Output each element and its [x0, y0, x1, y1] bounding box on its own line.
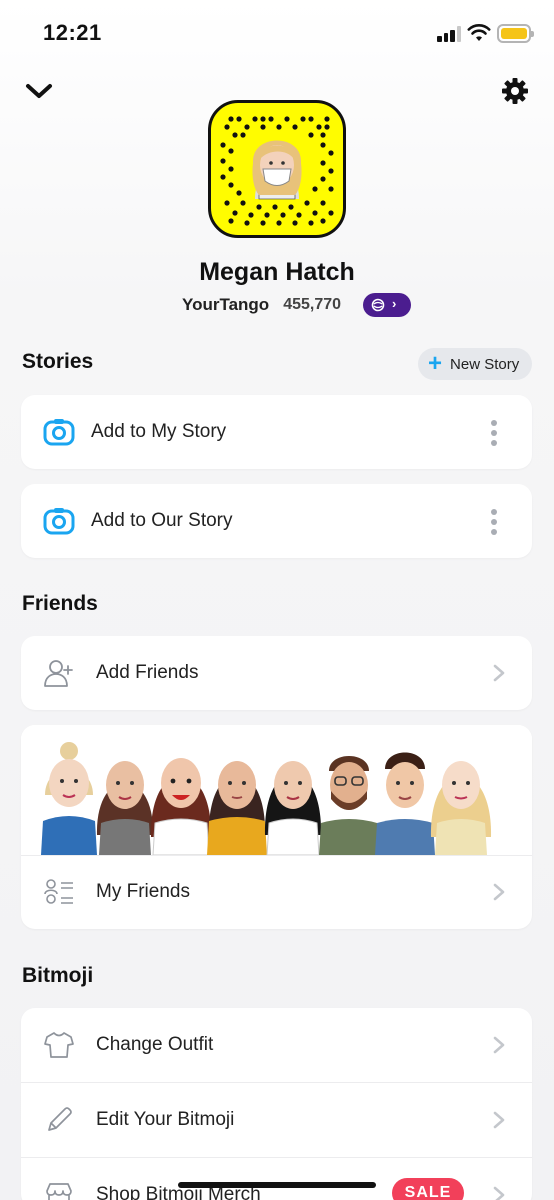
chevron-right-icon	[493, 883, 505, 901]
home-indicator[interactable]	[178, 1182, 376, 1188]
zodiac-icon	[371, 298, 385, 312]
zodiac-badge[interactable]: ›	[363, 293, 412, 317]
my-friends-label: My Friends	[96, 881, 190, 902]
avatar	[252, 140, 302, 200]
friends-section-title: Friends	[22, 592, 98, 615]
stories-section-title: Stories	[22, 350, 94, 373]
cellular-signal-icon	[437, 26, 463, 42]
edit-bitmoji-label: Edit Your Bitmoji	[96, 1109, 235, 1130]
shirt-icon	[44, 1032, 74, 1058]
sale-badge: SALE	[392, 1178, 464, 1200]
camera-icon	[43, 419, 75, 446]
username: YourTango	[182, 295, 270, 314]
chevron-right-icon	[493, 1111, 505, 1129]
add-to-our-story-label: Add to Our Story	[91, 510, 233, 531]
new-story-button[interactable]: + New Story	[418, 348, 532, 380]
snapcode[interactable]	[208, 100, 346, 238]
add-to-my-story-label: Add to My Story	[91, 421, 227, 442]
chevron-down-icon[interactable]	[24, 78, 54, 104]
battery-icon	[497, 24, 534, 43]
bitmoji-card: Change Outfit Edit Your Bitmoji Shop Bit…	[21, 1008, 532, 1200]
add-friends-label: Add Friends	[96, 662, 199, 683]
bitmoji-section-title: Bitmoji	[22, 964, 94, 987]
add-friend-icon	[44, 660, 73, 687]
add-to-our-story-card[interactable]: Add to Our Story	[21, 484, 532, 558]
chevron-right-icon	[493, 1036, 505, 1054]
more-options-icon[interactable]	[490, 420, 498, 446]
friends-bitmoji-strip	[21, 725, 532, 855]
new-story-label: New Story	[450, 355, 520, 373]
chevron-right-icon	[493, 664, 505, 682]
wifi-icon	[467, 24, 491, 41]
change-outfit-row[interactable]: Change Outfit	[21, 1008, 532, 1082]
plus-icon: +	[428, 350, 443, 377]
friends-list-icon	[44, 879, 73, 904]
shop-bitmoji-merch-label: Shop Bitmoji Merch	[96, 1184, 261, 1200]
more-options-icon[interactable]	[490, 509, 498, 535]
status-time: 12:21	[43, 20, 102, 45]
profile-name: Megan Hatch	[199, 258, 355, 286]
change-outfit-label: Change Outfit	[96, 1034, 214, 1055]
status-bar: 12:21	[0, 0, 554, 66]
snapcode-graphic	[220, 116, 334, 226]
edit-bitmoji-row[interactable]: Edit Your Bitmoji	[21, 1083, 532, 1157]
snap-score[interactable]: 455,770	[283, 296, 341, 314]
chevron-right-icon	[493, 1186, 505, 1200]
gear-icon[interactable]	[500, 76, 530, 106]
add-friends-card[interactable]: Add Friends	[21, 636, 532, 710]
pencil-icon	[48, 1107, 72, 1131]
camera-icon	[43, 508, 75, 535]
my-friends-card[interactable]: My Friends	[21, 725, 532, 929]
profile-subtitle: YourTango 455,770 ›	[182, 292, 412, 318]
add-to-my-story-card[interactable]: Add to My Story	[21, 395, 532, 469]
chevron-right-icon: ›	[392, 296, 397, 311]
store-icon	[46, 1183, 72, 1200]
